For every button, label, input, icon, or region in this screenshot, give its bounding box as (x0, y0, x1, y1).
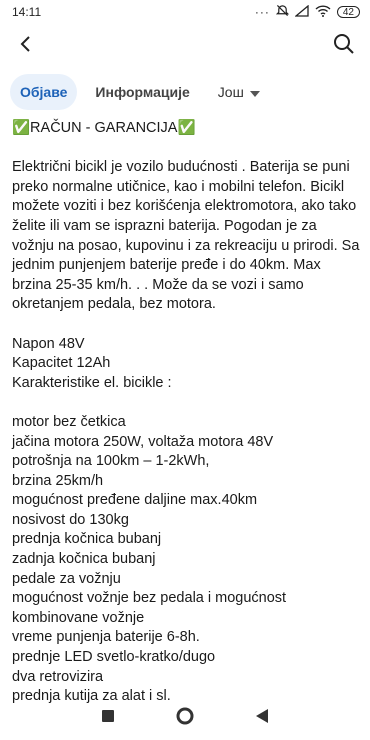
back-triangle-icon[interactable] (256, 708, 268, 728)
tab-info[interactable]: Информације (85, 74, 199, 110)
feature-item: potrošnja na 100km – 1-2kWh, (12, 453, 210, 470)
app-bar (0, 28, 370, 60)
post-content: ✅RAČUN - GARANCIJA✅ Električni bicikl je… (12, 119, 362, 707)
feature-item: jačina motora 250W, voltaža motora 48V (12, 433, 274, 450)
feature-item: prednja kočnica bubanj (12, 531, 162, 548)
tab-more[interactable]: Још (208, 74, 270, 110)
spec-heading: Karakteristike el. bicikle : (12, 374, 172, 391)
tab-posts[interactable]: Објаве (10, 74, 78, 110)
post-intro: Električni bicikl je vozilo budućnosti .… (12, 159, 360, 313)
more-dots-icon: ··· (254, 5, 270, 19)
feature-item: brzina 25km/h (12, 472, 104, 489)
spec-voltage: Napon 48V (12, 335, 85, 352)
post-heading: ✅RAČUN - GARANCIJA✅ (12, 120, 196, 136)
feature-item: prednje LED svetlo-kratko/dugo (12, 649, 216, 666)
wifi-icon (315, 4, 331, 20)
tab-bar: Објаве Информације Још (10, 72, 270, 112)
caret-down-icon (249, 84, 260, 100)
home-circle-icon[interactable] (176, 707, 194, 730)
status-time: 14:11 (12, 5, 42, 19)
tab-more-label: Још (217, 84, 244, 100)
feature-item: pedale za vožnju (12, 570, 121, 587)
back-arrow-icon[interactable] (14, 32, 38, 56)
feature-item: motor bez četkica (12, 413, 126, 430)
feature-item: nosivost do 130kg (12, 511, 129, 528)
signal-icon (294, 4, 309, 20)
recents-square-icon[interactable] (102, 709, 114, 727)
feature-item: mogućnost pređene daljine max.40km (12, 492, 258, 509)
feature-item: mogućnost vožnje bez pedala i mogućnost … (12, 590, 287, 626)
search-icon[interactable] (332, 32, 356, 56)
status-icons: ··· 42 (255, 4, 360, 20)
feature-item: vreme punjenja baterije 6-8h. (12, 629, 200, 646)
spec-capacity: Kapacitet 12Ah (12, 355, 111, 372)
system-nav-bar (0, 702, 370, 734)
feature-item: zadnja kočnica bubanj (12, 551, 156, 568)
status-bar: 14:11 ··· 42 (0, 0, 370, 24)
alarm-off-icon (275, 4, 289, 20)
battery-icon: 42 (336, 6, 360, 18)
feature-item: dva retrovizira (12, 668, 104, 685)
